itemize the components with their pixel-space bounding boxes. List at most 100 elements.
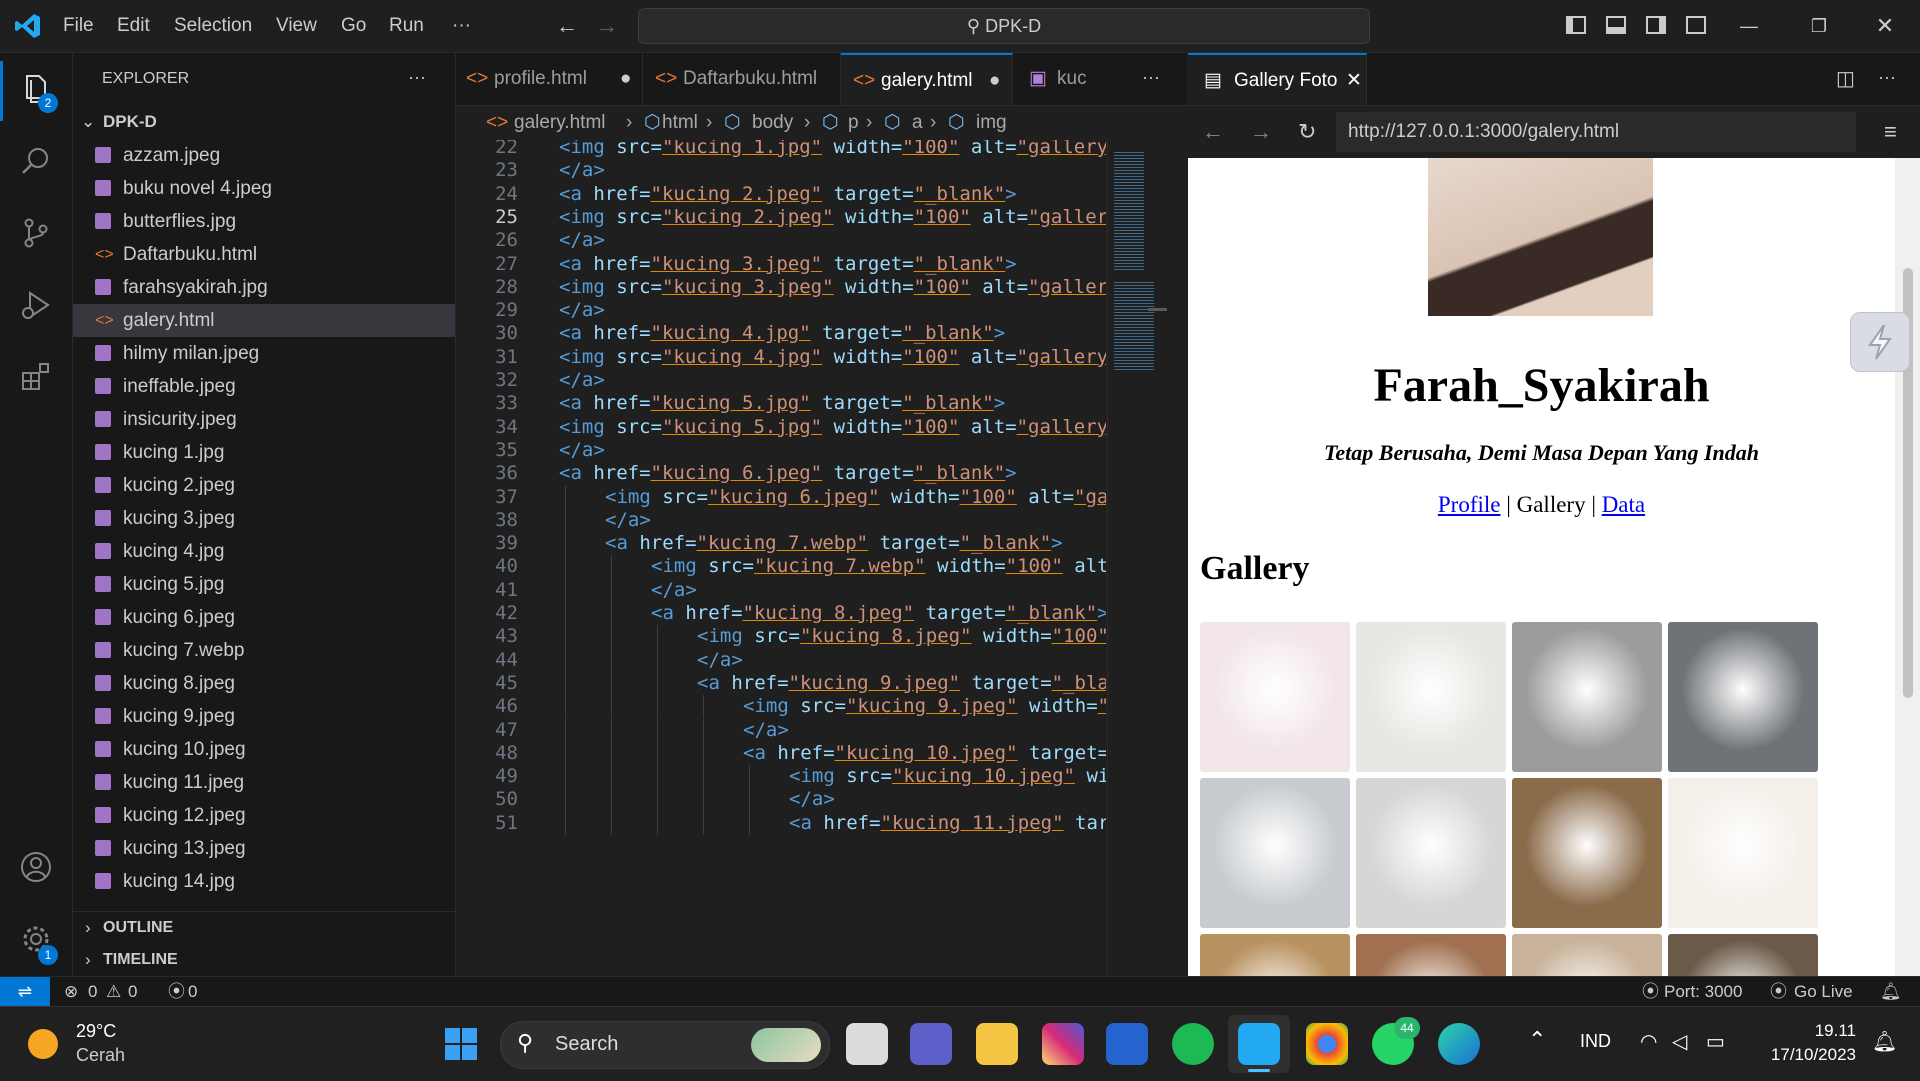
timeline-section[interactable]: › TIMELINE xyxy=(73,944,455,976)
chrome-icon[interactable] xyxy=(1306,1023,1348,1065)
cat-thumbnail[interactable] xyxy=(1512,622,1662,772)
tab-gallery-foto[interactable]: ▤ Gallery Foto ✕ xyxy=(1188,53,1367,105)
address-bar[interactable]: http://127.0.0.1:3000/galery.html xyxy=(1336,112,1856,152)
chevron-up-icon[interactable]: ⌃ xyxy=(1528,1027,1546,1053)
code-line[interactable]: </a> xyxy=(559,439,605,461)
clock-date[interactable]: 17/10/2023 xyxy=(1762,1045,1856,1065)
toggle-sidebar-icon[interactable] xyxy=(1566,16,1586,34)
unsaved-dot-icon[interactable]: ● xyxy=(620,53,631,105)
volume-icon[interactable]: ◁ xyxy=(1672,1029,1687,1054)
menu-run[interactable]: Run xyxy=(389,0,424,52)
file-item[interactable]: hilmy milan.jpeg xyxy=(73,337,455,370)
wifi-icon[interactable]: ◠ xyxy=(1640,1029,1657,1054)
code-line[interactable]: <img src="kucing 1.jpg" width="100" alt=… xyxy=(559,140,1106,158)
cat-thumbnail[interactable] xyxy=(1200,778,1350,928)
code-line[interactable]: </a> xyxy=(651,579,697,601)
minimize-icon[interactable]: — xyxy=(1714,0,1784,52)
code-line[interactable]: </a> xyxy=(789,788,835,810)
todo-icon[interactable] xyxy=(1106,1023,1148,1065)
code-line[interactable]: <a href="kucing 9.jpeg" target="_bla xyxy=(697,672,1106,694)
go-live-button[interactable]: Go Live xyxy=(1794,977,1853,1007)
notification-bell-icon[interactable]: 🔔︎ xyxy=(1872,1029,1897,1054)
preview-scrollbar[interactable] xyxy=(1895,158,1920,976)
teams-icon[interactable] xyxy=(910,1023,952,1065)
weather-temp[interactable]: 29°C xyxy=(76,1021,116,1042)
minimap-slider[interactable] xyxy=(1148,308,1168,311)
file-item[interactable]: kucing 14.jpg xyxy=(73,865,455,898)
account-icon[interactable] xyxy=(0,831,72,903)
editor-scrollbar[interactable] xyxy=(1167,140,1187,976)
file-item[interactable]: ineffable.jpeg xyxy=(73,370,455,403)
code-line[interactable]: <a href="kucing 8.jpeg" target="_blank"> xyxy=(651,602,1106,624)
vscode-taskbar-active[interactable] xyxy=(1228,1015,1290,1073)
tab-galery[interactable]: <> galery.html ● xyxy=(841,53,1013,105)
reload-icon[interactable]: ↻ xyxy=(1298,106,1316,158)
taskbar-search-box[interactable]: ⚲ Search xyxy=(500,1021,830,1069)
code-line[interactable]: <a href="kucing 7.webp" target="_blank"> xyxy=(605,532,1063,554)
code-line[interactable]: <img src="kucing 8.jpeg" width="100" xyxy=(697,625,1106,647)
code-line[interactable]: <img src="kucing 6.jpeg" width="100" alt… xyxy=(605,486,1106,508)
menu-go[interactable]: Go xyxy=(341,0,366,52)
tab-daftarbuku[interactable]: <> Daftarbuku.html xyxy=(643,53,841,105)
cat-thumbnail[interactable] xyxy=(1356,934,1506,976)
editor-more-icon[interactable]: ··· xyxy=(1142,53,1160,101)
code-line[interactable]: <img src="kucing 10.jpeg" wi xyxy=(789,765,1106,787)
port-status[interactable]: Port: 3000 xyxy=(1664,977,1742,1007)
toggle-panel-icon[interactable] xyxy=(1606,16,1626,34)
ports-count[interactable]: 0 xyxy=(188,977,197,1007)
outline-section[interactable]: › OUTLINE xyxy=(73,912,455,944)
file-item[interactable]: kucing 4.jpg xyxy=(73,535,455,568)
breadcrumb-p[interactable]: p xyxy=(848,106,859,140)
floating-widget[interactable] xyxy=(1850,312,1910,372)
file-item[interactable]: farahsyakirah.jpg xyxy=(73,271,455,304)
code-line[interactable]: </a> xyxy=(559,369,605,391)
file-item[interactable]: buku novel 4.jpeg xyxy=(73,172,455,205)
cat-thumbnail[interactable] xyxy=(1200,622,1350,772)
preview-more-icon[interactable]: ··· xyxy=(1878,53,1896,101)
file-item[interactable]: kucing 13.jpeg xyxy=(73,832,455,865)
file-item[interactable]: kucing 7.webp xyxy=(73,634,455,667)
tab-kuc[interactable]: ▣ kuc xyxy=(1013,53,1121,105)
cat-thumbnail[interactable] xyxy=(1356,778,1506,928)
code-line[interactable]: </a> xyxy=(697,649,743,671)
file-item[interactable]: insicurity.jpeg xyxy=(73,403,455,436)
weather-desc[interactable]: Cerah xyxy=(76,1045,125,1066)
file-explorer-icon[interactable] xyxy=(976,1023,1018,1065)
cat-thumbnail[interactable] xyxy=(1200,934,1350,976)
cat-thumbnail[interactable] xyxy=(1668,778,1818,928)
menu-edit[interactable]: Edit xyxy=(117,0,150,52)
notification-bell-icon[interactable]: 🔔︎ xyxy=(1880,977,1902,1007)
back-arrow-icon[interactable]: ← xyxy=(556,0,578,52)
code-line[interactable]: <a href="kucing 5.jpg" target="_blank"> xyxy=(559,392,1005,414)
cat-thumbnail[interactable] xyxy=(1356,622,1506,772)
breadcrumb-a[interactable]: a xyxy=(912,106,923,140)
warning-icon[interactable]: ⚠ xyxy=(106,977,121,1007)
file-item[interactable]: kucing 9.jpeg xyxy=(73,700,455,733)
unsaved-dot-icon[interactable]: ● xyxy=(989,55,1000,107)
breadcrumb-file[interactable]: galery.html xyxy=(514,106,606,140)
restore-icon[interactable]: ❐ xyxy=(1784,0,1854,52)
cat-thumbnail[interactable] xyxy=(1512,778,1662,928)
file-item[interactable]: azzam.jpeg xyxy=(73,139,455,172)
menu-more[interactable]: ··· xyxy=(452,0,471,52)
breadcrumb-html[interactable]: html xyxy=(662,106,698,140)
tab-profile[interactable]: <> profile.html ● xyxy=(456,53,643,105)
breadcrumb-body[interactable]: body xyxy=(752,106,793,140)
code-line[interactable]: <img src="kucing 9.jpeg" width=" xyxy=(743,695,1106,717)
menu-file[interactable]: File xyxy=(63,0,94,52)
error-icon[interactable]: ⊗ xyxy=(64,977,78,1007)
cat-thumbnail[interactable] xyxy=(1668,934,1818,976)
toggle-secondary-sidebar-icon[interactable] xyxy=(1646,16,1666,34)
file-item[interactable]: kucing 10.jpeg xyxy=(73,733,455,766)
code-line[interactable]: </a> xyxy=(605,509,651,531)
whatsapp-icon[interactable]: 44 xyxy=(1372,1017,1420,1065)
minimap[interactable] xyxy=(1107,140,1168,976)
code-line[interactable]: <a href="kucing 10.jpeg" target= xyxy=(743,742,1106,764)
file-item[interactable]: <> galery.html xyxy=(73,304,455,337)
folder-header[interactable]: ⌄ DPK-D xyxy=(73,105,455,139)
code-line[interactable]: <a href="kucing 3.jpeg" target="_blank"> xyxy=(559,253,1017,275)
close-window-icon[interactable]: ✕ xyxy=(1850,0,1920,52)
file-item[interactable]: kucing 5.jpg xyxy=(73,568,455,601)
code-line[interactable]: </a> xyxy=(743,719,789,741)
menu-selection[interactable]: Selection xyxy=(174,0,252,52)
